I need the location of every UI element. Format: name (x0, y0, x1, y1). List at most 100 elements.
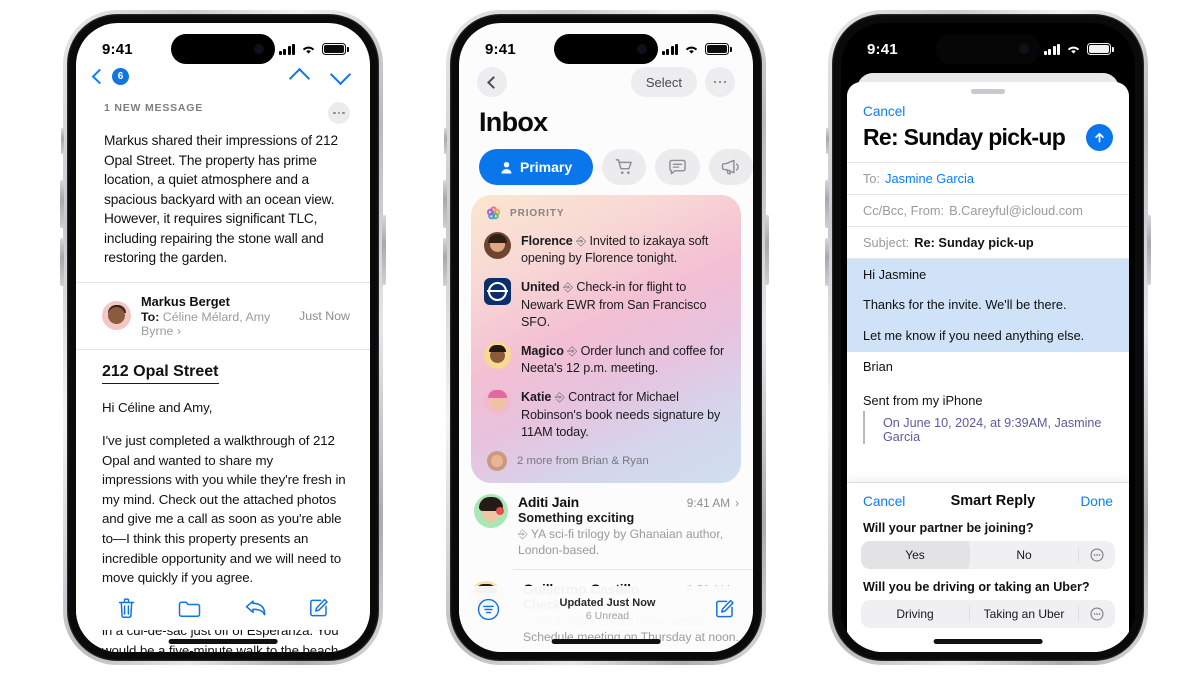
sender-row[interactable]: Markus Berget To: Céline Mélard, Amy Byr… (76, 283, 370, 349)
volume-down-button[interactable] (443, 238, 447, 286)
volume-up-button[interactable] (825, 180, 829, 228)
to-field[interactable]: To: Jasmine Garcia (847, 161, 1129, 194)
power-button[interactable] (765, 215, 769, 285)
front-camera-icon (1019, 44, 1029, 54)
mute-switch[interactable] (61, 128, 64, 154)
list-item[interactable]: Aditi Jain 9:41 AM › Something exciting … (459, 483, 753, 569)
priority-card[interactable]: PRIORITY Florence ⎆ Invited to izakaya s… (471, 195, 741, 484)
priority-more-row[interactable]: 2 more from Brian & Ryan (484, 451, 727, 472)
tab-transactions[interactable] (602, 149, 647, 185)
option-no[interactable]: No (970, 541, 1078, 569)
smart-reply-question: Will your partner be joining? Yes No (861, 519, 1115, 569)
option-group: Yes No (861, 541, 1115, 569)
priority-label: PRIORITY (510, 208, 565, 219)
power-button[interactable] (1147, 215, 1151, 285)
more-options-icon[interactable] (1079, 541, 1115, 569)
ellipsis-icon[interactable] (705, 67, 735, 97)
signature-text: Sent from my iPhone (863, 392, 983, 408)
compose-line: Hi Jasmine (863, 266, 927, 282)
priority-item[interactable]: United ⎆ Check-in for flight to Newark E… (484, 278, 727, 331)
tab-promotions[interactable] (708, 149, 753, 185)
phone-mockup-compose: 9:41 Cancel Re: Sunday pick-up To: Jasmi… (825, 10, 1151, 665)
tab-updates[interactable] (655, 149, 700, 185)
chevron-right-icon[interactable]: › (177, 324, 181, 338)
option-taking-an-uber[interactable]: Taking an Uber (970, 600, 1078, 628)
summary-icon: ⎆ (518, 527, 528, 542)
phone2-screen: 9:41 Select Inbox Primary PRIORITY Flore… (459, 23, 753, 652)
avatar (102, 301, 131, 330)
sender-name: Markus Berget (141, 293, 230, 309)
more-options-icon[interactable] (1079, 600, 1115, 628)
priority-item-text: Florence ⎆ Invited to izakaya soft openi… (521, 232, 727, 267)
cc-bcc-from-field[interactable]: Cc/Bcc, From: B.Careyful@icloud.com (847, 193, 1129, 226)
message-snippet: ⎆ YA sci-fi trilogy by Ghanaian author, … (518, 526, 739, 559)
priority-item[interactable]: Magico ⎆ Order lunch and coffee for Neet… (484, 342, 727, 377)
volume-up-button[interactable] (443, 180, 447, 228)
priority-item[interactable]: Katie ⎆ Contract for Michael Robinson's … (484, 388, 727, 441)
mute-switch[interactable] (444, 128, 447, 154)
volume-up-button[interactable] (60, 180, 64, 228)
subject-field[interactable]: Subject: Re: Sunday pick-up (847, 225, 1129, 258)
ellipsis-icon[interactable] (328, 102, 350, 124)
send-arrow-up-icon[interactable] (1086, 123, 1113, 151)
to-label: To: (863, 170, 881, 186)
unread-count-badge: 6 (112, 68, 129, 85)
quoted-header: On June 10, 2024, at 9:39AM, Jasmine Gar… (863, 411, 1129, 445)
option-yes[interactable]: Yes (861, 541, 969, 569)
cellular-bars-icon (1043, 43, 1060, 55)
subject-value: Re: Sunday pick-up (914, 234, 1034, 250)
wifi-icon (302, 46, 315, 54)
inbox-nav-bar: Select (459, 65, 753, 97)
compose-icon[interactable] (715, 599, 735, 619)
smart-reply-done-button[interactable]: Done (1080, 494, 1113, 509)
tab-primary[interactable]: Primary (479, 149, 594, 185)
status-time: 9:41 (485, 40, 516, 58)
compose-signer-name: Brian (847, 352, 1129, 376)
avatar (474, 494, 508, 529)
select-button[interactable]: Select (630, 67, 697, 97)
chevron-left-icon[interactable] (91, 68, 108, 85)
reply-icon[interactable] (244, 598, 267, 618)
filter-icon[interactable] (477, 598, 500, 621)
back-button[interactable] (477, 67, 507, 97)
question-text: Will your partner be joining? (863, 521, 1034, 535)
home-indicator[interactable] (168, 639, 278, 644)
message-time: 9:41 AM (686, 496, 731, 511)
to-label: To: (141, 309, 160, 324)
cancel-button[interactable]: Cancel (847, 94, 1129, 119)
dynamic-island (936, 34, 1040, 64)
apple-intelligence-icon (486, 206, 501, 220)
compose-sheet: Cancel Re: Sunday pick-up To: Jasmine Ga… (847, 82, 1129, 652)
home-indicator[interactable] (551, 639, 661, 644)
chevron-down-icon[interactable] (329, 63, 352, 86)
signer-name-text: Brian (863, 359, 893, 375)
priority-item-text: Magico ⎆ Order lunch and coffee for Neet… (521, 342, 727, 377)
power-button[interactable] (382, 215, 386, 285)
selected-text-block[interactable]: Hi Jasmine Thanks for the invite. We'll … (847, 258, 1129, 353)
summary-icon: ⎆ (554, 390, 565, 405)
subject-label: Subject: (863, 234, 910, 250)
category-tabs: Primary (459, 138, 753, 185)
chevron-right-icon[interactable]: › (735, 496, 739, 510)
cart-icon (615, 159, 632, 175)
home-indicator[interactable] (933, 639, 1043, 644)
volume-down-button[interactable] (825, 238, 829, 286)
mute-switch[interactable] (826, 128, 829, 154)
battery-icon (705, 43, 732, 55)
compose-body[interactable]: Hi Jasmine Thanks for the invite. We'll … (847, 257, 1129, 445)
wifi-icon (685, 46, 698, 54)
status-time: 9:41 (102, 40, 133, 58)
option-driving[interactable]: Driving (861, 600, 969, 628)
avatar (484, 232, 511, 259)
move-folder-icon[interactable] (178, 599, 201, 618)
compose-icon[interactable] (309, 598, 329, 618)
delete-icon[interactable] (117, 597, 136, 619)
priority-sender: Florence (521, 234, 573, 248)
question-text: Will you be driving or taking an Uber? (863, 580, 1090, 594)
priority-item-text: Katie ⎆ Contract for Michael Robinson's … (521, 388, 727, 441)
chevron-left-icon (487, 75, 500, 89)
chevron-up-icon[interactable] (288, 67, 311, 90)
volume-down-button[interactable] (60, 238, 64, 286)
priority-item[interactable]: Florence ⎆ Invited to izakaya soft openi… (484, 232, 727, 267)
smart-reply-cancel-button[interactable]: Cancel (863, 494, 905, 509)
